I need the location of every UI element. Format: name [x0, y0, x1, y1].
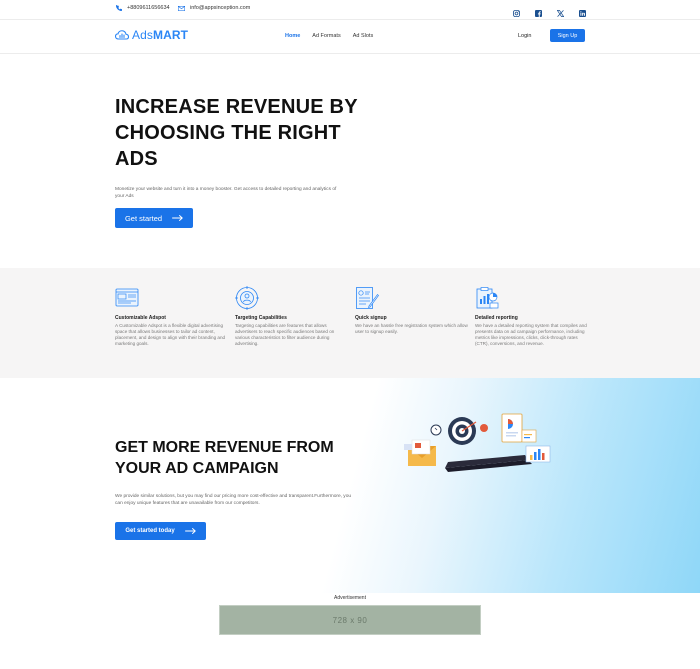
get-started-today-button[interactable]: Get started today: [115, 522, 206, 540]
hero-description: Monetize your website and turn it into a…: [115, 187, 337, 199]
top-bar: +8809611656634 info@appsinception.com: [0, 0, 700, 20]
get-started-today-label: Get started today: [125, 528, 175, 534]
logo-text: AdsMART: [132, 28, 188, 42]
feature-title: Detailed reporting: [475, 315, 518, 321]
feature-title: Customizable Adspot: [115, 315, 166, 321]
campaign-section: GET MORE REVENUE FROM YOUR AD CAMPAIGN W…: [0, 378, 700, 593]
campaign-title: GET MORE REVENUE FROM YOUR AD CAMPAIGN: [115, 439, 334, 477]
feature-title: Quick signup: [355, 315, 387, 321]
login-link[interactable]: Login: [518, 33, 531, 39]
feature-card-detailed-reporting: Detailed reporting We have a detailed re…: [475, 286, 590, 347]
nav-link-ad-slots[interactable]: Ad Slots: [353, 33, 373, 39]
cloud-logo-icon: [115, 29, 129, 40]
feature-description: Targeting capabilities are features that…: [235, 323, 335, 346]
feature-card-targeting: Targeting Capabilities Targeting capabil…: [235, 286, 350, 347]
logo-prefix: Ads: [132, 28, 153, 42]
hero-title: INCREASE REVENUE BY CHOOSING THE RIGHT A…: [115, 96, 358, 170]
facebook-icon[interactable]: [535, 4, 542, 17]
campaign-description: We provide similar solutions, but you ma…: [115, 494, 352, 506]
phone-number: +8809611656634: [127, 5, 170, 11]
ad-banner-placeholder[interactable]: 728 x 90: [219, 605, 481, 635]
phone-icon: [116, 5, 122, 11]
linkedin-icon[interactable]: [579, 4, 586, 17]
logo-suffix: MART: [152, 28, 189, 42]
marketing-illustration: [404, 413, 551, 472]
email-contact[interactable]: info@appsinception.com: [178, 5, 250, 11]
site-logo[interactable]: AdsMART: [115, 28, 188, 42]
feature-card-quick-signup: Quick signup We have an hassle free regi…: [355, 286, 470, 335]
get-started-button[interactable]: Get started: [115, 208, 193, 228]
nav-links: Home Ad Formats Ad Slots: [285, 33, 373, 39]
target-icon: [235, 286, 259, 310]
instagram-icon[interactable]: [513, 4, 520, 17]
x-icon[interactable]: [556, 4, 565, 17]
phone-contact[interactable]: +8809611656634: [116, 5, 170, 11]
nav-link-ad-formats[interactable]: Ad Formats: [312, 33, 340, 39]
ad-layout-icon: [115, 288, 139, 307]
arrow-right-icon: [184, 528, 196, 534]
feature-description: We have a detailed reporting system that…: [475, 323, 587, 346]
features-section: Customizable Adspot A Customizable Adspo…: [0, 268, 700, 378]
report-icon: [476, 287, 499, 309]
main-navbar: AdsMART Home Ad Formats Ad Slots Login S…: [0, 20, 700, 54]
social-links: [513, 4, 586, 17]
arrow-right-icon: [172, 215, 183, 221]
mail-icon: [178, 5, 185, 11]
feature-description: We have an hassle free registration syst…: [355, 323, 468, 334]
signup-form-icon: [356, 287, 379, 309]
signup-button[interactable]: Sign Up: [550, 29, 585, 42]
get-started-label: Get started: [124, 213, 163, 223]
email-address: info@appsinception.com: [190, 5, 251, 11]
feature-title: Targeting Capabilities: [235, 315, 287, 321]
feature-card-customizable-adspot: Customizable Adspot A Customizable Adspo…: [115, 286, 230, 347]
ad-size-label: 728 x 90: [332, 615, 368, 625]
nav-link-home[interactable]: Home: [285, 33, 300, 39]
advertisement-label: Advertisement: [334, 595, 366, 601]
feature-description: A Customizable Adspot is a flexible digi…: [115, 323, 226, 346]
